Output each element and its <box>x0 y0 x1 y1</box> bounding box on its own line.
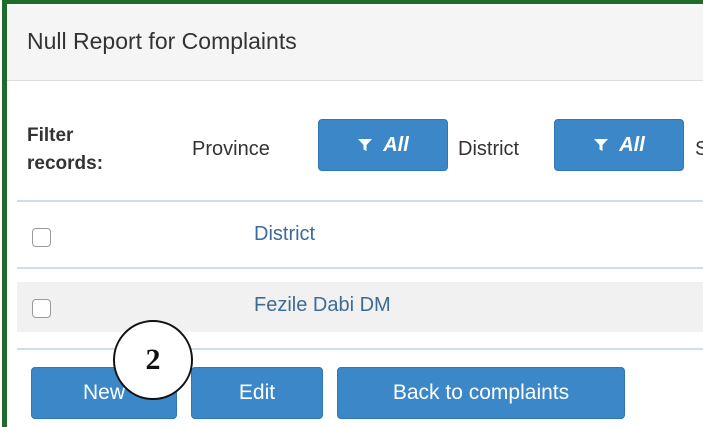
row-checkbox[interactable] <box>32 299 51 318</box>
step-callout: 2 <box>113 320 193 400</box>
panel-header: Null Report for Complaints <box>7 4 703 81</box>
grid-divider <box>17 267 703 269</box>
province-filter-value: All <box>383 133 409 156</box>
district-filter-button[interactable]: All <box>554 119 684 171</box>
district-cell: Fezile Dabi DM <box>254 294 391 316</box>
district-label: District <box>458 138 520 160</box>
column-header-district[interactable]: District <box>254 223 315 246</box>
funnel-icon <box>594 139 609 151</box>
report-panel: Null Report for Complaints Filter record… <box>2 0 703 427</box>
district-filter-value: All <box>619 133 645 156</box>
filter-bar: Filter records: Province All District Al… <box>7 114 703 194</box>
funnel-icon <box>358 139 373 151</box>
grid-divider <box>17 200 703 202</box>
province-filter-button[interactable]: All <box>318 119 448 171</box>
edit-button[interactable]: Edit <box>191 367 323 419</box>
filter-records-label: Filter records: <box>27 125 104 174</box>
select-all-checkbox[interactable] <box>32 228 51 247</box>
next-filter-label: S <box>695 138 703 161</box>
page-title: Null Report for Complaints <box>27 28 297 54</box>
table-row[interactable]: Fezile Dabi DM <box>17 282 703 332</box>
province-label: Province <box>192 138 270 160</box>
back-to-complaints-button[interactable]: Back to complaints <box>337 367 625 419</box>
table-header-row: District <box>17 211 703 261</box>
